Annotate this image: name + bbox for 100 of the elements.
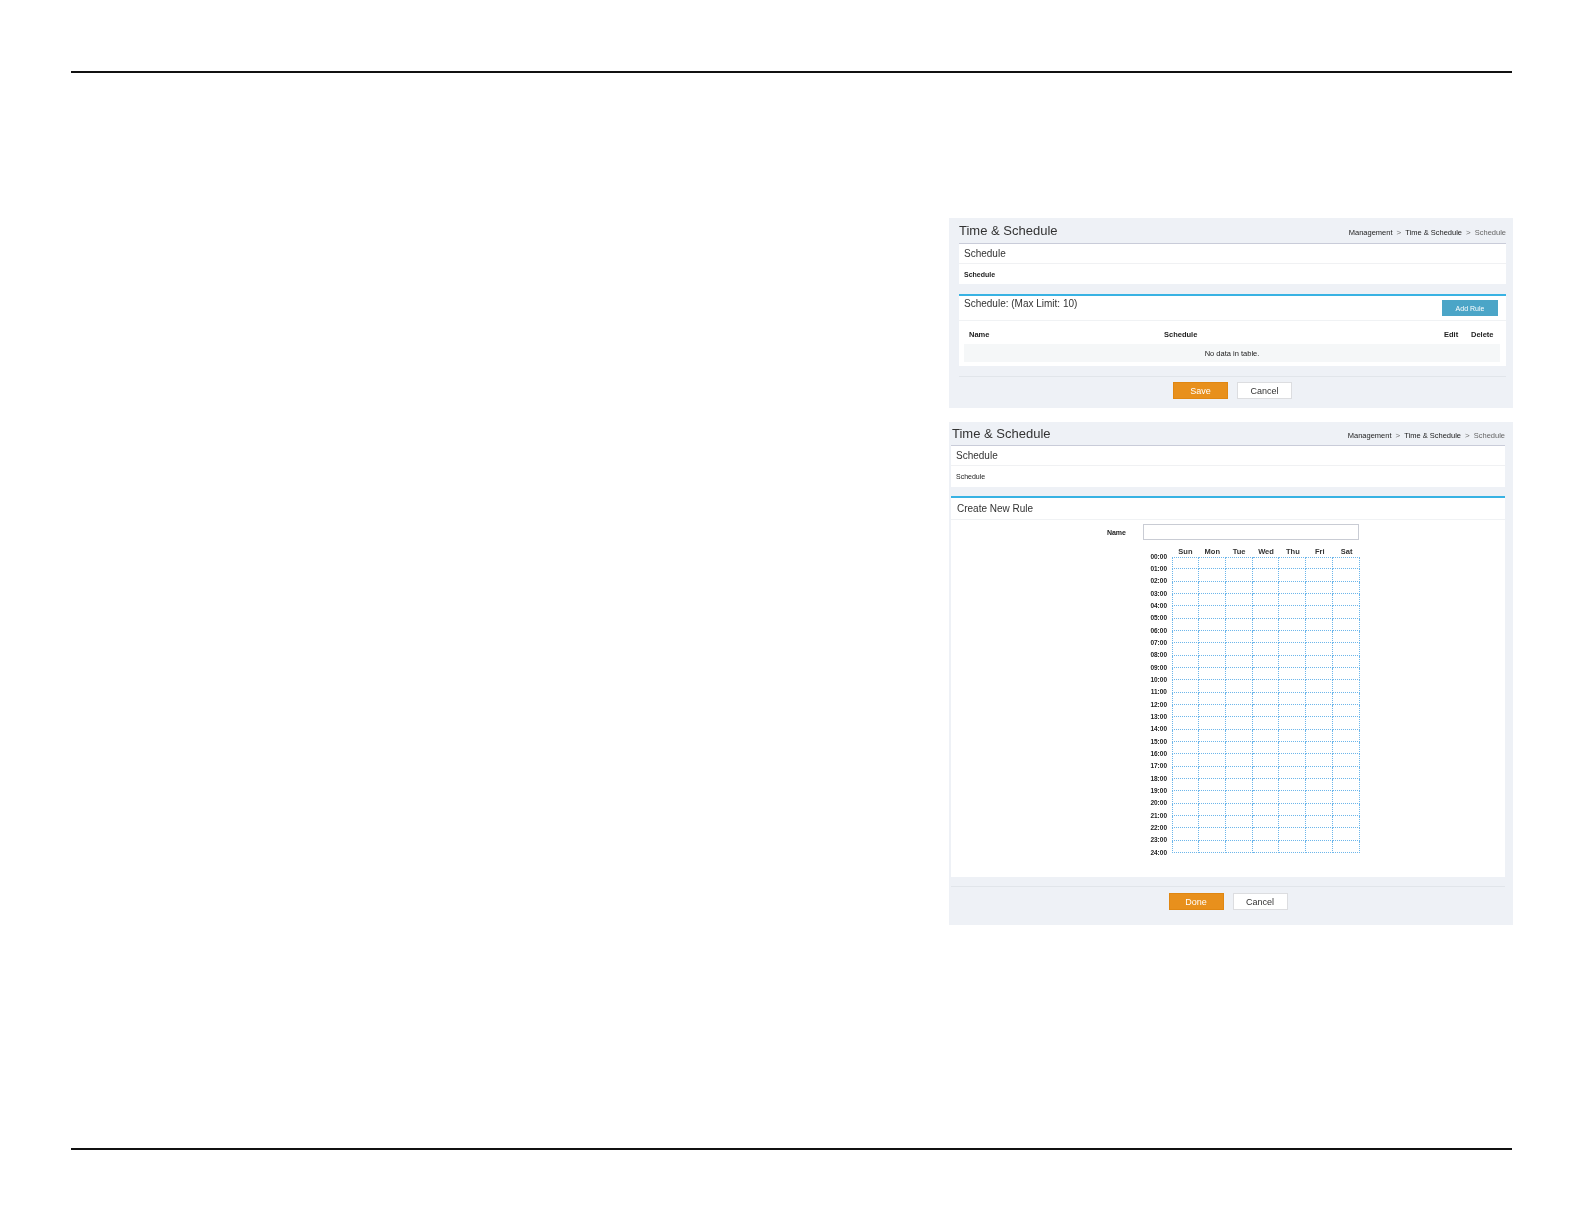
schedule-slot[interactable]	[1333, 717, 1360, 730]
schedule-slot[interactable]	[1198, 803, 1226, 816]
schedule-slot[interactable]	[1306, 828, 1334, 841]
schedule-slot[interactable]	[1306, 803, 1334, 816]
schedule-slot[interactable]	[1306, 778, 1334, 792]
schedule-slot[interactable]	[1225, 692, 1253, 705]
schedule-slot[interactable]	[1333, 803, 1360, 816]
schedule-slot[interactable]	[1306, 655, 1334, 668]
schedule-slot[interactable]	[1198, 729, 1226, 742]
schedule-slot[interactable]	[1333, 557, 1360, 570]
schedule-slot[interactable]	[1279, 594, 1307, 607]
schedule-slot[interactable]	[1172, 717, 1199, 730]
schedule-slot[interactable]	[1225, 630, 1253, 644]
schedule-slot[interactable]	[1198, 741, 1226, 755]
schedule-slot[interactable]	[1198, 581, 1226, 594]
schedule-slot[interactable]	[1333, 840, 1360, 853]
schedule-slot[interactable]	[1225, 840, 1253, 853]
schedule-slot[interactable]	[1172, 667, 1199, 681]
schedule-slot[interactable]	[1198, 667, 1226, 681]
schedule-slot[interactable]	[1198, 766, 1226, 779]
schedule-slot[interactable]	[1172, 754, 1199, 767]
schedule-slot[interactable]	[1306, 667, 1334, 681]
schedule-slot[interactable]	[1333, 766, 1360, 779]
schedule-slot[interactable]	[1225, 643, 1253, 656]
schedule-slot[interactable]	[1252, 717, 1280, 730]
schedule-slot[interactable]	[1279, 581, 1307, 594]
schedule-slot[interactable]	[1225, 729, 1253, 742]
schedule-slot[interactable]	[1198, 791, 1226, 804]
schedule-slot[interactable]	[1172, 766, 1199, 779]
schedule-slot[interactable]	[1279, 741, 1307, 755]
schedule-slot[interactable]	[1279, 667, 1307, 681]
schedule-slot[interactable]	[1306, 815, 1334, 829]
schedule-slot[interactable]	[1306, 594, 1334, 607]
schedule-slot[interactable]	[1252, 569, 1280, 582]
schedule-slot[interactable]	[1333, 729, 1360, 742]
schedule-slot[interactable]	[1252, 803, 1280, 816]
schedule-slot[interactable]	[1198, 594, 1226, 607]
schedule-slot[interactable]	[1198, 717, 1226, 730]
schedule-slot[interactable]	[1306, 569, 1334, 582]
schedule-slot[interactable]	[1252, 594, 1280, 607]
schedule-slot[interactable]	[1225, 680, 1253, 693]
schedule-slot[interactable]	[1172, 630, 1199, 644]
schedule-slot[interactable]	[1172, 569, 1199, 582]
schedule-slot[interactable]	[1172, 815, 1199, 829]
schedule-slot[interactable]	[1279, 606, 1307, 619]
schedule-slot[interactable]	[1225, 717, 1253, 730]
schedule-slot[interactable]	[1252, 630, 1280, 644]
schedule-slot[interactable]	[1225, 803, 1253, 816]
schedule-slot[interactable]	[1306, 704, 1334, 718]
schedule-slot[interactable]	[1279, 643, 1307, 656]
schedule-slot[interactable]	[1172, 840, 1199, 853]
schedule-slot[interactable]	[1252, 766, 1280, 779]
schedule-slot[interactable]	[1252, 643, 1280, 656]
schedule-slot[interactable]	[1252, 791, 1280, 804]
schedule-slot[interactable]	[1225, 754, 1253, 767]
schedule-slot[interactable]	[1252, 815, 1280, 829]
schedule-slot[interactable]	[1306, 581, 1334, 594]
schedule-slot[interactable]	[1279, 557, 1307, 570]
schedule-slot[interactable]	[1172, 594, 1199, 607]
schedule-slot[interactable]	[1225, 815, 1253, 829]
schedule-slot[interactable]	[1333, 643, 1360, 656]
schedule-slot[interactable]	[1279, 655, 1307, 668]
schedule-slot[interactable]	[1279, 630, 1307, 644]
schedule-slot[interactable]	[1198, 655, 1226, 668]
schedule-slot[interactable]	[1279, 692, 1307, 705]
schedule-slot[interactable]	[1225, 704, 1253, 718]
schedule-slot[interactable]	[1306, 630, 1334, 644]
schedule-slot[interactable]	[1306, 618, 1334, 631]
schedule-slot[interactable]	[1333, 667, 1360, 681]
schedule-slot[interactable]	[1252, 557, 1280, 570]
schedule-slot[interactable]	[1333, 655, 1360, 668]
schedule-slot[interactable]	[1333, 618, 1360, 631]
schedule-slot[interactable]	[1306, 606, 1334, 619]
schedule-slot[interactable]	[1198, 840, 1226, 853]
schedule-slot[interactable]	[1306, 692, 1334, 705]
schedule-slot[interactable]	[1252, 581, 1280, 594]
schedule-slot[interactable]	[1225, 778, 1253, 792]
schedule-slot[interactable]	[1252, 655, 1280, 668]
schedule-slot[interactable]	[1225, 828, 1253, 841]
schedule-slot[interactable]	[1279, 680, 1307, 693]
schedule-slot[interactable]	[1198, 569, 1226, 582]
schedule-slot[interactable]	[1306, 729, 1334, 742]
schedule-slot[interactable]	[1172, 828, 1199, 841]
schedule-slot[interactable]	[1279, 569, 1307, 582]
schedule-slot[interactable]	[1225, 618, 1253, 631]
schedule-slot[interactable]	[1333, 680, 1360, 693]
schedule-slot[interactable]	[1198, 630, 1226, 644]
schedule-slot[interactable]	[1333, 741, 1360, 755]
schedule-slot[interactable]	[1279, 840, 1307, 853]
schedule-slot[interactable]	[1172, 803, 1199, 816]
schedule-slot[interactable]	[1279, 754, 1307, 767]
schedule-slot[interactable]	[1252, 729, 1280, 742]
schedule-slot[interactable]	[1172, 692, 1199, 705]
schedule-slot[interactable]	[1172, 557, 1199, 570]
schedule-slot[interactable]	[1333, 581, 1360, 594]
schedule-slot[interactable]	[1252, 680, 1280, 693]
schedule-slot[interactable]	[1198, 704, 1226, 718]
schedule-slot[interactable]	[1279, 729, 1307, 742]
schedule-slot[interactable]	[1306, 766, 1334, 779]
schedule-slot[interactable]	[1252, 606, 1280, 619]
